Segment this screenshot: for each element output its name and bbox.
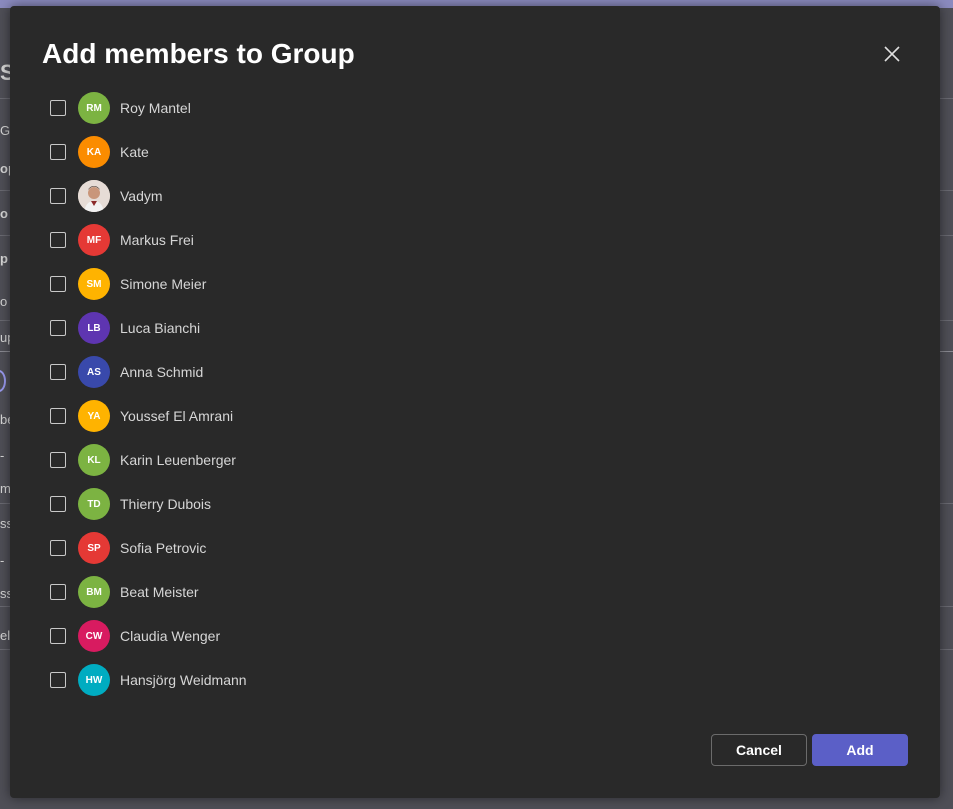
background-circle [0,370,6,392]
close-button[interactable] [880,42,904,66]
member-name: Claudia Wenger [120,628,221,644]
member-row[interactable]: KL Karin Leuenberger [10,438,940,482]
person-photo-icon [78,180,110,212]
background-text: be [0,412,10,427]
member-name: Markus Frei [120,232,194,248]
member-name: Youssef El Amrani [120,408,234,424]
background-text: Gr [0,123,10,138]
member-checkbox[interactable] [50,540,66,556]
member-row[interactable]: SP Sofia Petrovic [10,526,940,570]
member-name: Kate [120,144,149,160]
close-icon [884,46,900,62]
avatar: SM [78,268,110,300]
member-row[interactable]: TD Thierry Dubois [10,482,940,526]
member-checkbox[interactable] [50,320,66,336]
member-name: Sofia Petrovic [120,540,207,556]
avatar: KA [78,136,110,168]
avatar: AS [78,356,110,388]
member-checkbox[interactable] [50,188,66,204]
member-checkbox[interactable] [50,452,66,468]
member-row[interactable]: RM Roy Mantel [10,86,940,130]
member-row[interactable]: BM Beat Meister [10,570,940,614]
member-row[interactable]: SM Simone Meier [10,262,940,306]
member-name: Luca Bianchi [120,320,201,336]
member-name: Anna Schmid [120,364,204,380]
avatar: HW [78,664,110,696]
avatar: KL [78,444,110,476]
avatar: MF [78,224,110,256]
background-text: - [0,448,5,463]
member-row[interactable]: MF Markus Frei [10,218,940,262]
member-row[interactable]: KA Kate [10,130,940,174]
background-text: o N [0,294,10,309]
avatar: TD [78,488,110,520]
avatar: SP [78,532,110,564]
background-text: ssz [0,516,10,531]
background-text: ss [0,586,10,601]
member-checkbox[interactable] [50,408,66,424]
member-row[interactable]: AS Anna Schmid [10,350,940,394]
background-text: el [0,628,10,643]
avatar: YA [78,400,110,432]
add-members-dialog: Add members to Group RM Roy Mantel KA Kate V… [10,6,940,798]
background-text: o C [0,206,10,221]
member-row[interactable]: LB Luca Bianchi [10,306,940,350]
member-row[interactable]: YA Youssef El Amrani [10,394,940,438]
member-checkbox[interactable] [50,100,66,116]
background-text: up [0,330,10,345]
member-name: Karin Leuenberger [120,452,236,468]
add-button[interactable]: Add [812,734,908,766]
member-name: Beat Meister [120,584,199,600]
member-checkbox[interactable] [50,628,66,644]
member-checkbox[interactable] [50,232,66,248]
member-checkbox[interactable] [50,364,66,380]
avatar: LB [78,312,110,344]
member-checkbox[interactable] [50,496,66,512]
cancel-button[interactable]: Cancel [711,734,807,766]
dialog-title: Add members to Group [42,38,355,69]
member-name: Hansjörg Weidmann [120,672,247,688]
member-checkbox[interactable] [50,584,66,600]
background-text: p [0,251,8,266]
background-text: - [0,553,5,568]
member-row[interactable]: HW Hansjörg Weidmann [10,658,940,702]
avatar: BM [78,576,110,608]
member-row[interactable]: CW Claudia Wenger [10,614,940,658]
background-text: op [0,161,10,176]
member-name: Simone Meier [120,276,207,292]
avatar [78,180,110,212]
member-name: Thierry Dubois [120,496,212,512]
member-name: Roy Mantel [120,100,191,116]
background-text: S [0,60,10,85]
member-row[interactable]: Vadym [10,174,940,218]
member-checkbox[interactable] [50,144,66,160]
member-checkbox[interactable] [50,672,66,688]
avatar: CW [78,620,110,652]
background-text: m [0,481,10,496]
member-list: RM Roy Mantel KA Kate Vadym MF Markus Frei SM Si… [10,86,940,702]
member-name: Vadym [120,188,163,204]
member-checkbox[interactable] [50,276,66,292]
avatar: RM [78,92,110,124]
